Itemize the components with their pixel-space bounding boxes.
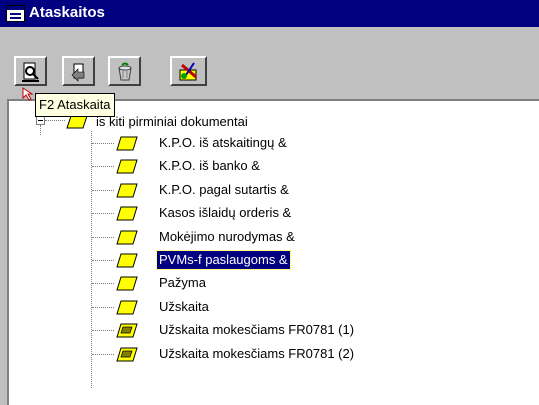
tree-item-label: K.P.O. iš banko & — [159, 158, 260, 173]
report-table-icon — [116, 347, 138, 362]
report-icon — [116, 276, 138, 291]
toolbar — [0, 27, 539, 97]
tree-expander[interactable] — [36, 116, 45, 125]
tree-item-label: PVMs-f paslaugoms & — [156, 250, 291, 270]
tree-root-label[interactable]: is kiti pirminiai dokumentai — [96, 113, 248, 131]
report-icon — [116, 136, 138, 151]
trash-icon — [118, 62, 132, 81]
edit-button[interactable] — [62, 56, 95, 86]
report-icon — [116, 183, 138, 198]
tree-item-label: Užskaita — [159, 299, 209, 314]
preview-button[interactable] — [14, 56, 47, 86]
delete-button[interactable] — [108, 56, 141, 86]
window-title: Ataskaitos — [29, 4, 105, 21]
paint-tools-icon — [179, 62, 197, 81]
tree-item-label: Pažyma — [159, 275, 206, 290]
tree-item[interactable]: Kasos išlaidų orderis & — [9, 202, 529, 224]
document-arrow-icon — [71, 63, 85, 82]
tree-item[interactable]: Mokėjimo nurodymas & — [9, 226, 529, 248]
window-app-icon[interactable] — [6, 5, 25, 22]
tree-item[interactable]: Užskaita mokesčiams FR0781 (1) — [9, 319, 529, 341]
tools-button[interactable] — [170, 56, 207, 86]
cursor-icon — [22, 87, 34, 101]
report-icon — [116, 300, 138, 315]
report-icon — [116, 253, 138, 268]
tree-item[interactable]: K.P.O. iš atskaitingų & — [9, 132, 529, 154]
tree-item[interactable]: K.P.O. pagal sutartis & — [9, 179, 529, 201]
report-icon — [116, 206, 138, 221]
report-table-icon — [116, 323, 138, 338]
report-icon — [116, 159, 138, 174]
title-bar[interactable]: Ataskaitos — [0, 0, 539, 27]
tree-item-label: K.P.O. pagal sutartis & — [159, 182, 289, 197]
tree-item-label: Mokėjimo nurodymas & — [159, 229, 295, 244]
tree-item-label: Užskaita mokesčiams FR0781 (2) — [159, 346, 355, 361]
tree-item-label: K.P.O. iš atskaitingų & — [159, 135, 287, 150]
tree-item-label: Užskaita mokesčiams FR0781 (1) — [159, 322, 355, 337]
tree-item[interactable]: PVMs-f paslaugoms & — [9, 249, 529, 271]
report-icon — [116, 230, 138, 245]
tree-item[interactable]: Užskaita mokesčiams FR0781 (2) — [9, 343, 529, 365]
tree-item[interactable]: Užskaita — [9, 296, 529, 318]
tree-item[interactable]: K.P.O. iš banko & — [9, 155, 529, 177]
magnifier-document-icon — [22, 62, 39, 82]
tree-item-label: Kasos išlaidų orderis & — [159, 205, 292, 220]
tooltip: F2 Ataskaita — [35, 93, 115, 117]
tree-item[interactable]: Pažyma — [9, 272, 529, 294]
report-tree[interactable]: is kiti pirminiai dokumentai K.P.O. iš a… — [7, 99, 539, 405]
